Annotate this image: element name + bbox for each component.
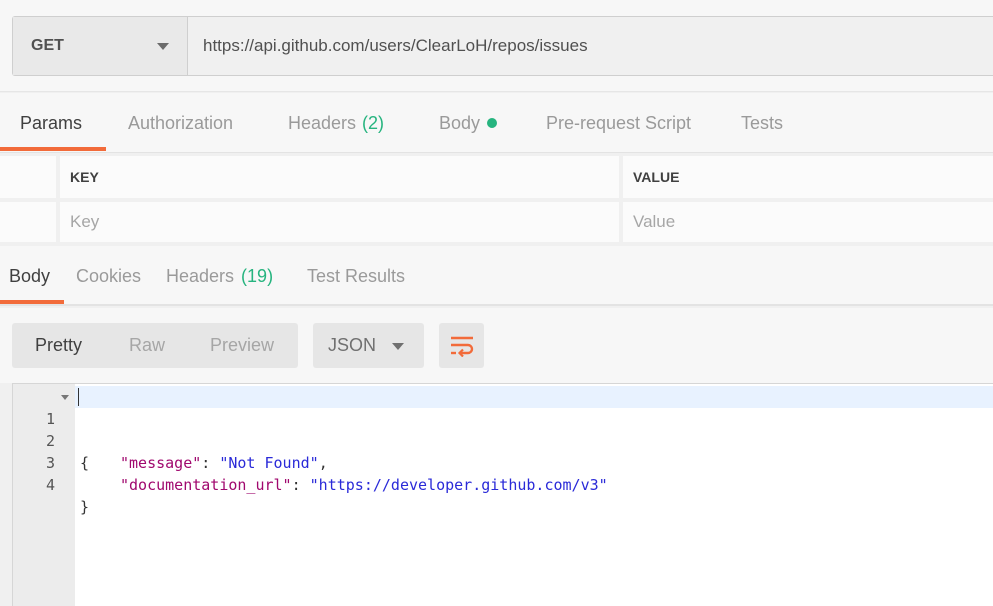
- headers-count-badge: (2): [362, 112, 385, 133]
- tab-prerequest-script[interactable]: Pre-request Script: [546, 93, 691, 153]
- value-input[interactable]: Value: [623, 202, 993, 242]
- tab-params[interactable]: Params: [20, 93, 82, 153]
- tab-authorization[interactable]: Authorization: [128, 93, 233, 153]
- line-number: 4: [45, 476, 55, 494]
- view-mode-segmented: Pretty Raw Preview: [12, 323, 298, 368]
- response-tab-headers-label: Headers: [166, 265, 235, 286]
- value-column-header: VALUE: [623, 156, 993, 198]
- key-input[interactable]: Key: [60, 202, 619, 242]
- tab-params-label: Params: [20, 112, 83, 133]
- tab-headers[interactable]: Headers (2): [288, 93, 384, 153]
- body-indicator-dot: [487, 118, 498, 128]
- code-line: 4 }: [13, 452, 993, 516]
- tab-body-label: Body: [439, 112, 481, 133]
- method-select[interactable]: GET: [13, 17, 188, 75]
- wrap-lines-icon: [450, 336, 473, 357]
- preview-button[interactable]: Preview: [210, 335, 274, 356]
- response-tab-test-results[interactable]: Test Results: [307, 246, 405, 306]
- row-checkbox-header: [0, 156, 56, 198]
- method-label: GET: [31, 37, 64, 54]
- tab-authorization-label: Authorization: [128, 112, 234, 133]
- response-tab-body[interactable]: Body: [9, 246, 50, 306]
- format-label: JSON: [328, 335, 377, 355]
- tab-tests[interactable]: Tests: [741, 93, 783, 153]
- pretty-button[interactable]: Pretty: [35, 335, 82, 356]
- key-placeholder: Key: [70, 212, 100, 231]
- row-checkbox[interactable]: [0, 202, 56, 242]
- json-value: "https://developer.github.com/v3": [309, 476, 608, 494]
- code-brace-close: }: [80, 498, 90, 516]
- params-table: KEY VALUE Key Value: [0, 154, 993, 244]
- tab-body[interactable]: Body: [439, 93, 498, 153]
- response-tab-cookies[interactable]: Cookies: [76, 246, 141, 306]
- response-body-editor[interactable]: 1 { 2 "message": "Not Found", 3 "documen…: [12, 383, 993, 606]
- code-line: 3 "documentation_url": "https://develope…: [13, 430, 993, 494]
- response-tab-body-label: Body: [9, 265, 51, 286]
- active-response-tab-indicator: [0, 300, 64, 304]
- wrap-lines-button[interactable]: [439, 323, 484, 368]
- tab-headers-label: Headers: [288, 112, 357, 133]
- chevron-down-icon: [157, 43, 169, 50]
- code-line: 1 {: [13, 386, 993, 472]
- response-tab-cookies-label: Cookies: [76, 265, 142, 286]
- url-text: https://api.github.com/users/ClearLoH/re…: [203, 36, 588, 55]
- tab-tests-label: Tests: [741, 112, 784, 133]
- response-toolbar: Pretty Raw Preview JSON: [0, 308, 993, 383]
- code-line: 2 "message": "Not Found",: [13, 408, 993, 472]
- key-column-header: KEY: [60, 156, 619, 198]
- value-header-label: VALUE: [633, 169, 680, 185]
- response-tabs: Body Cookies Headers (19) Test Results: [0, 246, 993, 306]
- response-tab-headers[interactable]: Headers (19): [166, 246, 273, 306]
- raw-button[interactable]: Raw: [129, 335, 165, 356]
- request-row: GET https://api.github.com/users/ClearLo…: [12, 16, 993, 76]
- chevron-down-icon: [392, 343, 404, 350]
- value-placeholder: Value: [633, 212, 676, 231]
- key-header-label: KEY: [70, 169, 99, 185]
- response-headers-count-badge: (19): [241, 265, 274, 286]
- url-input[interactable]: https://api.github.com/users/ClearLoH/re…: [188, 17, 993, 75]
- request-bar: GET https://api.github.com/users/ClearLo…: [0, 0, 993, 92]
- active-tab-indicator: [0, 147, 106, 151]
- fold-arrow-icon[interactable]: [61, 395, 69, 400]
- format-select[interactable]: JSON: [313, 323, 424, 368]
- json-key: "documentation_url": [120, 476, 292, 494]
- request-tabs: Params Authorization Headers (2) Body Pr…: [0, 93, 993, 153]
- response-tab-test-results-label: Test Results: [307, 265, 406, 286]
- tab-prerequest-label: Pre-request Script: [546, 112, 692, 133]
